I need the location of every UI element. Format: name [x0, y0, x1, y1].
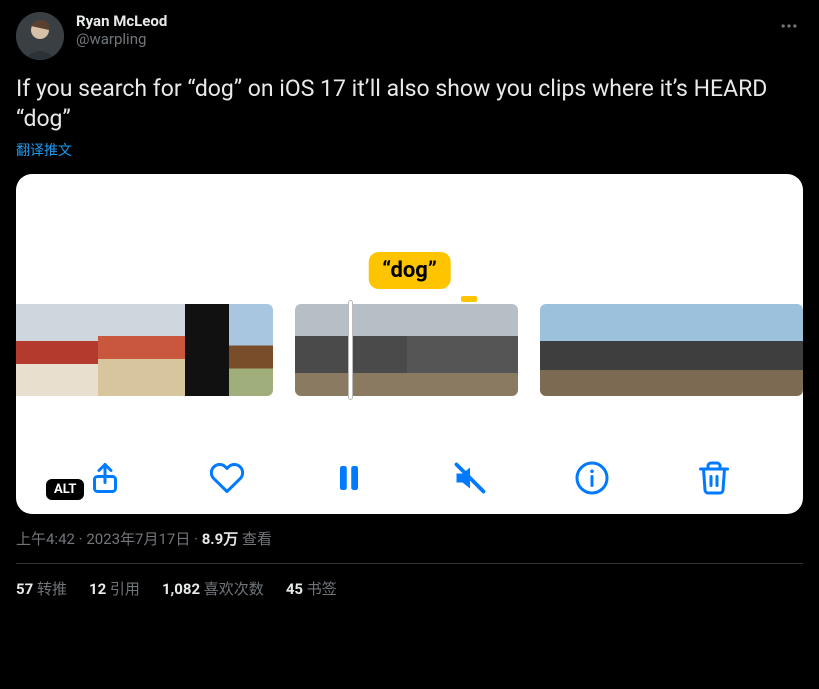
- translate-link[interactable]: 翻译推文: [16, 140, 803, 160]
- video-timeline[interactable]: [16, 304, 803, 396]
- stat-retweets[interactable]: 57 转推: [16, 578, 67, 599]
- mute-icon[interactable]: [452, 460, 488, 496]
- divider: [16, 563, 803, 564]
- stat-bookmarks[interactable]: 45 书签: [286, 578, 337, 599]
- share-icon[interactable]: [87, 460, 123, 496]
- pause-icon[interactable]: [331, 460, 367, 496]
- tweet-text: If you search for “dog” on iOS 17 it’ll …: [16, 74, 803, 134]
- stat-quotes[interactable]: 12 引用: [89, 578, 140, 599]
- tweet-header: Ryan McLeod @warpling: [16, 12, 803, 60]
- media-card[interactable]: “dog”: [16, 174, 803, 514]
- more-icon[interactable]: [775, 12, 803, 44]
- tweet-stats: 57 转推 12 引用 1,082 喜欢次数 45 书签: [16, 578, 803, 599]
- stat-likes[interactable]: 1,082 喜欢次数: [162, 578, 264, 599]
- tweet-date[interactable]: 2023年7月17日: [86, 530, 190, 548]
- bubble-marker: [461, 296, 477, 302]
- views-label: 查看: [242, 530, 272, 548]
- playhead[interactable]: [348, 300, 353, 400]
- tweet-meta: 上午4:42 · 2023年7月17日 · 8.9万 查看: [16, 528, 803, 549]
- user-block: Ryan McLeod @warpling: [76, 12, 763, 48]
- clip-group[interactable]: [16, 304, 273, 396]
- alt-badge[interactable]: ALT: [46, 478, 84, 497]
- heart-icon[interactable]: [209, 460, 245, 496]
- display-name[interactable]: Ryan McLeod: [76, 12, 763, 30]
- avatar[interactable]: [16, 12, 64, 60]
- tweet: Ryan McLeod @warpling If you search for …: [0, 0, 819, 611]
- clip-group[interactable]: [295, 304, 518, 396]
- handle[interactable]: @warpling: [76, 30, 763, 48]
- clip-group[interactable]: [540, 304, 803, 396]
- views-count[interactable]: 8.9万: [202, 530, 239, 548]
- media-controls: [16, 460, 803, 496]
- trash-icon[interactable]: [696, 460, 732, 496]
- tweet-time[interactable]: 上午4:42: [16, 530, 75, 548]
- info-icon[interactable]: [574, 460, 610, 496]
- search-bubble: “dog”: [368, 252, 451, 289]
